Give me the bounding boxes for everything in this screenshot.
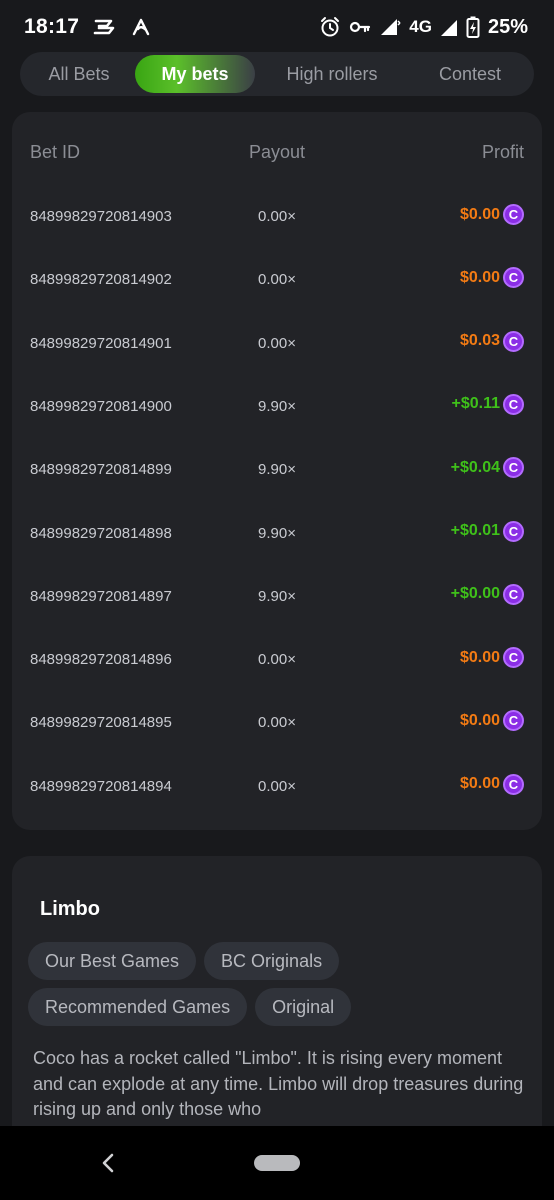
profit-amount: $0.00 [459,711,500,729]
bet-id[interactable]: 84899829720814900 [30,398,172,415]
bet-id[interactable]: 84899829720814897 [30,588,172,605]
bet-id[interactable]: 84899829720814903 [30,208,172,225]
bet-profit: $0.00 C [460,204,524,225]
table-row[interactable]: 84899829720814894 0.00× $0.00 C [12,772,542,802]
profit-amount: +$0.00 [450,585,500,603]
bet-payout: 0.00× [258,714,296,732]
bc-coin-icon: C [503,583,524,605]
header-profit: Profit [481,142,524,162]
battery-percent: 25% [487,15,528,38]
bet-payout: 0.00× [258,334,296,352]
bet-profit: $0.00 C [459,647,524,669]
status-bar: 18:17 4G 25% [0,0,554,54]
bets-tabs: All Bets My bets High rollers Contest [20,52,534,96]
table-row[interactable]: 84899829720814898 9.90× +$0.01 C [12,519,542,549]
bet-id[interactable]: 84899829720814898 [30,525,172,542]
screen: 18:17 4G 25% All Bets My bets High rolle… [0,0,554,1200]
bet-payout: 0.00× [258,651,296,669]
bet-id[interactable]: 84899829720814896 [30,651,172,668]
bc-coin-icon: C [503,267,524,289]
bet-payout: 0.00× [258,208,296,225]
home-pill-button[interactable] [254,1155,300,1171]
tab-my-bets[interactable]: My bets [135,55,255,93]
game-description: Coco has a rocket called "Limbo". It is … [33,1048,524,1119]
status-time: 18:17 [24,15,80,38]
tab-contest[interactable]: Contest [409,55,531,93]
network-type: 4G [409,17,432,36]
wifi-signal-icon [379,17,401,37]
my-bets-table: Bet ID Payout Profit 84899829720814903 0.… [12,112,542,830]
battery-charging-icon [466,16,480,38]
system-nav-bar [0,1126,554,1200]
table-row[interactable]: 84899829720814899 9.90× +$0.04 C [12,455,542,485]
bc-coin-icon: C [503,457,524,479]
table-row[interactable]: 84899829720814895 0.00× $0.00 C [12,708,542,738]
table-row[interactable]: 84899829720814900 9.90× +$0.11 C [12,392,542,422]
bet-profit: +$0.00 C [450,583,524,605]
bet-id[interactable]: 84899829720814899 [30,461,172,478]
bet-id[interactable]: 84899829720814894 [30,778,172,795]
header-bet-id: Bet ID [30,142,81,162]
bet-profit: +$0.04 C [450,457,524,479]
profit-amount: $0.00 [459,205,500,223]
bc-coin-icon: C [503,520,524,542]
bet-payout: 0.00× [258,271,296,289]
bet-profit: +$0.01 C [450,520,524,542]
cell-signal-icon [440,17,458,37]
profit-amount: +$0.11 [451,395,501,413]
profit-amount: $0.00 [459,268,500,286]
game-title: Limbo [40,898,100,920]
bc-coin-icon: C [503,204,524,225]
bet-profit: $0.00 C [459,710,524,732]
tab-all-bets[interactable]: All Bets [23,55,135,93]
bet-profit: $0.00 C [459,773,524,795]
table-row[interactable]: 84899829720814902 0.00× $0.00 C [12,265,542,295]
tab-high-rollers[interactable]: High rollers [255,55,409,93]
back-icon[interactable] [98,1148,118,1178]
profit-amount: $0.03 [459,332,500,350]
profit-amount: +$0.01 [450,522,500,539]
tag-our-best-games[interactable]: Our Best Games [28,942,197,980]
alarm-icon [319,16,341,38]
game-tags: Our Best Games BC Originals Recommended … [28,942,528,1034]
profit-amount: $0.00 [459,648,500,666]
table-header: Bet ID Payout Profit [12,142,542,166]
table-row[interactable]: 84899829720814897 9.90× +$0.00 C [12,582,542,612]
bc-coin-icon: C [503,330,524,352]
bet-profit: +$0.11 C [451,393,524,415]
bet-profit: $0.00 C [459,267,524,289]
tag-bc-originals[interactable]: BC Originals [204,942,340,980]
bet-id[interactable]: 84899829720814901 [30,335,172,352]
bc-coin-icon: C [503,393,524,415]
bet-id[interactable]: 84899829720814902 [30,271,172,288]
vpn-key-icon [349,19,371,35]
bet-id[interactable]: 84899829720814895 [30,714,172,731]
bet-payout: 9.90× [258,397,296,415]
bc-coin-icon: C [503,710,524,732]
tag-original[interactable]: Original [255,988,352,1026]
header-payout: Payout [248,142,306,162]
table-row[interactable]: 84899829720814903 0.00× $0.00 C [12,202,542,232]
table-row[interactable]: 84899829720814901 0.00× $0.03 C [12,329,542,359]
table-row[interactable]: 84899829720814896 0.00× $0.00 C [12,645,542,675]
bet-payout: 9.90× [258,524,296,542]
profit-amount: $0.00 [459,775,500,793]
bc-coin-icon: C [503,773,524,795]
bet-payout: 0.00× [258,777,296,795]
bet-payout: 9.90× [258,587,296,605]
profit-amount: +$0.04 [450,458,500,476]
bet-profit: $0.03 C [459,330,524,352]
bet-payout: 9.90× [258,461,296,479]
app-notification-icon [93,17,117,37]
bc-coin-icon: C [503,647,524,669]
swipe-app-icon [131,17,151,37]
game-info-card: Limbo Our Best Games BC Originals Recomm… [12,856,542,1156]
tag-recommended-games[interactable]: Recommended Games [28,988,248,1026]
